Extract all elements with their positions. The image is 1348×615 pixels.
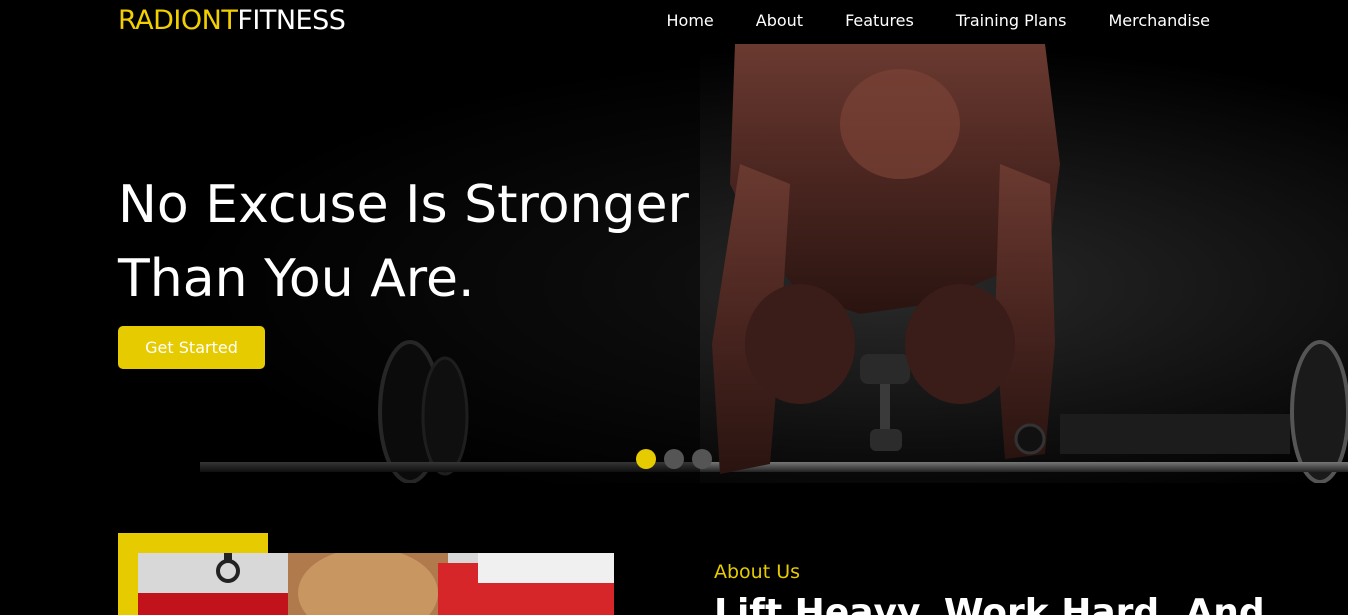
hero-title: No Excuse Is Stronger Than You Are. xyxy=(118,168,718,316)
logo-part-1: RADIONT xyxy=(118,5,238,36)
navbar: RADIONTFITNESS Home About Features Train… xyxy=(0,0,1348,44)
about-section: About Us Lift Heavy, Work Hard, And xyxy=(0,483,1348,615)
slider-dot-1[interactable] xyxy=(636,449,656,469)
hero-title-line-1: No Excuse Is Stronger xyxy=(118,175,689,235)
hero-slider: No Excuse Is Stronger Than You Are. Get … xyxy=(0,44,1348,483)
slider-dot-2[interactable] xyxy=(664,449,684,469)
hero-title-line-2: Than You Are. xyxy=(118,249,475,309)
nav-link-about[interactable]: About xyxy=(756,11,803,31)
nav-link-merchandise[interactable]: Merchandise xyxy=(1108,11,1210,31)
nav-menu: Home About Features Training Plans Merch… xyxy=(625,11,1211,31)
about-heading: Lift Heavy, Work Hard, And xyxy=(714,592,1265,615)
nav-link-home[interactable]: Home xyxy=(667,11,714,31)
get-started-button[interactable]: Get Started xyxy=(118,326,265,369)
nav-link-features[interactable]: Features xyxy=(845,11,914,31)
about-eyebrow: About Us xyxy=(714,561,801,583)
logo[interactable]: RADIONTFITNESS xyxy=(118,4,346,38)
logo-part-2: FITNESS xyxy=(237,5,346,36)
slider-pagination xyxy=(636,449,712,469)
about-image xyxy=(138,553,614,615)
slider-dot-3[interactable] xyxy=(692,449,712,469)
nav-link-training-plans[interactable]: Training Plans xyxy=(956,11,1067,31)
